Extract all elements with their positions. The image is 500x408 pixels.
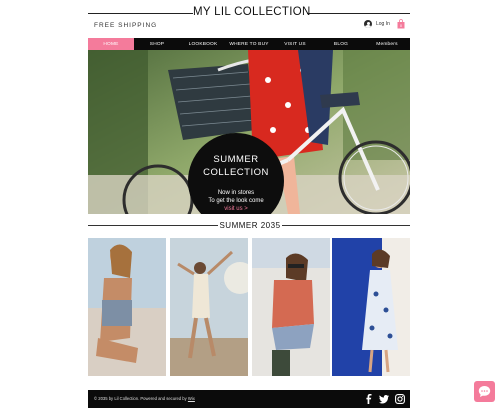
footer: © 2035 by Lil Collection. Powered and se… [88,390,410,408]
login-label: Log In [376,21,390,27]
title-rule-right [307,13,410,14]
facebook-icon[interactable] [364,394,374,404]
section-title: SUMMER 2035 [219,221,281,230]
nav-home[interactable]: HOME [88,38,134,50]
nav-where-to-buy[interactable]: WHERE TO BUY [226,38,272,50]
chat-icon [478,386,491,397]
nav-members[interactable]: Members [364,38,410,50]
hero-sub-line2: To get the look come [208,198,264,204]
copyright-text: © 2035 by Lil Collection. Powered and se… [94,396,188,401]
hero-title: SUMMER COLLECTION [188,153,284,179]
twitter-icon[interactable] [379,394,389,404]
site-title[interactable]: MY LIL COLLECTION [193,6,310,18]
gallery-photo-4[interactable] [332,238,410,376]
gallery-photo-2[interactable] [170,238,248,376]
hero-banner: SUMMER COLLECTION Now in stores To get t… [88,50,410,214]
nav-lookbook[interactable]: LOOKBOOK [180,38,226,50]
hero-subtitle: Now in stores To get the look come [188,189,284,205]
hero-title-line1: SUMMER [213,154,259,165]
section-rule-right [282,225,410,226]
main-nav: HOME SHOP LOOKBOOK WHERE TO BUY VISIT US… [88,38,410,50]
gallery-photo-3[interactable] [252,238,330,376]
nav-blog[interactable]: BLOG [318,38,364,50]
footer-copyright: © 2035 by Lil Collection. Powered and se… [94,396,195,401]
hero-sub-line1: Now in stores [217,190,255,196]
login-button[interactable]: Log In [364,20,390,28]
title-rule-left [88,13,193,14]
section-rule-left [88,225,218,226]
nav-visit-us[interactable]: VISIT US [272,38,318,50]
wix-link[interactable]: Wix [188,396,195,401]
free-shipping-label: FREE SHIPPING [94,22,158,29]
chat-button[interactable] [474,381,495,402]
avatar-icon [364,20,372,28]
instagram-icon[interactable] [395,394,405,404]
nav-shop[interactable]: SHOP [134,38,180,50]
gallery-photo-1[interactable] [88,238,166,376]
hero-title-line2: COLLECTION [203,167,269,178]
visit-us-link[interactable]: visit us > [188,206,284,212]
cart-icon[interactable]: 0 [397,19,405,29]
